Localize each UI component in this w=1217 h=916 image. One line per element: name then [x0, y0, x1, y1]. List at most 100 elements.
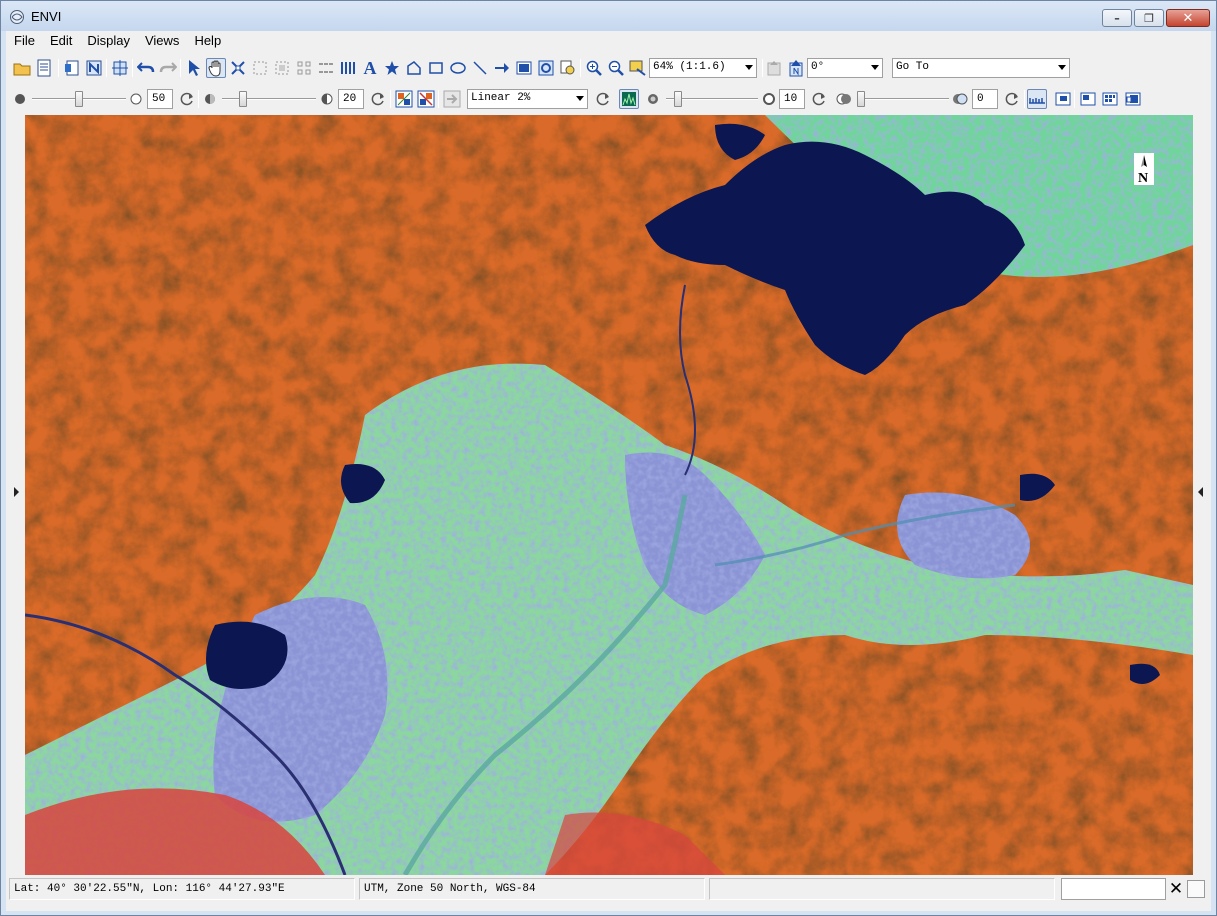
- client-area: File Edit Display Views Help A 64% (1:1.…: [6, 31, 1211, 911]
- right-panel-toggle[interactable]: [1196, 115, 1206, 875]
- stretch-type-value: Linear 2%: [471, 92, 531, 104]
- sharpen-icon: [643, 89, 663, 109]
- status-input[interactable]: [1061, 878, 1166, 900]
- menu-display[interactable]: Display: [79, 31, 137, 51]
- status-projection: UTM, Zone 50 North, WGS-84: [359, 878, 705, 900]
- close-button[interactable]: ✕: [1166, 9, 1210, 27]
- satellite-image: N: [25, 115, 1193, 875]
- minimize-icon: –: [1114, 11, 1120, 25]
- reset-transparency-icon[interactable]: [1002, 89, 1022, 109]
- data-manager-icon[interactable]: [34, 58, 54, 78]
- undo-icon[interactable]: [136, 58, 156, 78]
- arrow-annotation-icon[interactable]: [492, 58, 512, 78]
- open-folder-icon[interactable]: [12, 58, 32, 78]
- transparency-icon: [834, 89, 854, 109]
- pan-hand-icon[interactable]: [206, 58, 226, 78]
- goto-value: Go To: [896, 61, 930, 73]
- enhance-brightness-icon[interactable]: [416, 89, 436, 109]
- resize-grip-icon[interactable]: [1187, 880, 1205, 898]
- distribute-icon[interactable]: [316, 58, 336, 78]
- group-icon[interactable]: [272, 58, 292, 78]
- horizontal-swipe-icon[interactable]: [1027, 89, 1047, 109]
- enhance-contrast-icon[interactable]: [394, 89, 414, 109]
- redo-icon[interactable]: [158, 58, 178, 78]
- satellite-image-view[interactable]: N: [25, 115, 1193, 875]
- view-layout-1-icon[interactable]: [1053, 89, 1073, 109]
- cursor-value-icon[interactable]: [558, 58, 578, 78]
- transparency-slider-thumb[interactable]: [857, 91, 865, 107]
- zoom-level-combo[interactable]: 64% (1:1.6): [649, 58, 757, 78]
- status-coordinates: Lat: 40° 30′22.55″N, Lon: 116° 44′27.93″…: [9, 878, 355, 900]
- toolbox-icon[interactable]: [84, 58, 104, 78]
- rotation-combo[interactable]: 0°: [807, 58, 883, 78]
- sharpen-max-icon: [759, 89, 779, 109]
- transparency-slider-track[interactable]: [857, 98, 949, 100]
- menu-help[interactable]: Help: [186, 31, 228, 51]
- stretch-type-combo[interactable]: Linear 2%: [467, 89, 588, 109]
- transparency-input[interactable]: 0: [972, 89, 998, 109]
- transparency-max-icon: [950, 89, 970, 109]
- sharpen-slider-thumb[interactable]: [674, 91, 682, 107]
- brightness-input[interactable]: 50: [147, 89, 173, 109]
- window-title: ENVI: [31, 9, 62, 24]
- brightness-icon: [10, 89, 30, 109]
- vertex-edit-icon[interactable]: [228, 58, 248, 78]
- reset-sharpen-icon[interactable]: [809, 89, 829, 109]
- cancel-process-icon[interactable]: ✕: [1167, 879, 1185, 899]
- layer-manager-icon[interactable]: [62, 58, 82, 78]
- ellipse-annotation-icon[interactable]: [448, 58, 468, 78]
- crosshair-icon[interactable]: [110, 58, 130, 78]
- reset-brightness-icon[interactable]: [177, 89, 197, 109]
- envi-app-icon: [9, 9, 25, 25]
- histogram-icon[interactable]: [619, 89, 639, 109]
- zoom-in-icon[interactable]: [584, 58, 604, 78]
- contrast-input[interactable]: 20: [338, 89, 364, 109]
- select-arrow-icon[interactable]: [184, 58, 204, 78]
- rotation-value: 0°: [811, 61, 825, 73]
- sharpen-input[interactable]: 10: [779, 89, 805, 109]
- chevron-down-icon: [745, 65, 753, 70]
- title-bar[interactable]: ENVI – ❐ ✕: [1, 1, 1216, 31]
- menu-edit[interactable]: Edit: [42, 31, 79, 51]
- polygon-annotation-icon[interactable]: [404, 58, 424, 78]
- fly-icon[interactable]: [628, 58, 648, 78]
- brightness-max-icon: [126, 89, 146, 109]
- brightness-slider-thumb[interactable]: [75, 91, 83, 107]
- left-panel-toggle[interactable]: [12, 115, 22, 875]
- maximize-button[interactable]: ❐: [1134, 9, 1164, 27]
- view-layout-3-icon[interactable]: [1100, 89, 1120, 109]
- reset-contrast-icon[interactable]: [368, 89, 388, 109]
- rectangle-annotation-icon[interactable]: [426, 58, 446, 78]
- contrast-slider-track[interactable]: [222, 98, 316, 100]
- menu-views[interactable]: Views: [137, 31, 186, 51]
- chevron-down-icon: [576, 96, 584, 101]
- zoom-out-icon[interactable]: [606, 58, 626, 78]
- north-up-icon[interactable]: [786, 58, 806, 78]
- main-toolbar: A 64% (1:1.6) 0° Go To: [6, 53, 1211, 83]
- minimize-button[interactable]: –: [1102, 9, 1132, 27]
- contrast-slider-thumb[interactable]: [239, 91, 247, 107]
- line-annotation-icon[interactable]: [470, 58, 490, 78]
- expand-right-icon: [1198, 487, 1203, 497]
- envi-window: ENVI – ❐ ✕ File Edit Display Views Help: [0, 0, 1217, 916]
- zoom-level-value: 64% (1:1.6): [653, 61, 726, 73]
- portal-icon[interactable]: [536, 58, 556, 78]
- align-icon[interactable]: [294, 58, 314, 78]
- text-annotation-icon[interactable]: A: [360, 58, 380, 78]
- rotate-disabled-icon[interactable]: [764, 58, 784, 78]
- grid-lines-icon[interactable]: [338, 58, 358, 78]
- mosaic-seamline-icon[interactable]: [250, 58, 270, 78]
- image-view-frame: N: [12, 115, 1208, 875]
- menu-file[interactable]: File: [6, 31, 42, 51]
- contrast-icon: [200, 89, 220, 109]
- view-layout-4-icon[interactable]: [1123, 89, 1143, 109]
- picture-annotation-icon[interactable]: [514, 58, 534, 78]
- goto-combo[interactable]: Go To: [892, 58, 1070, 78]
- restore-icon: ❐: [1144, 11, 1154, 25]
- menu-bar: File Edit Display Views Help: [6, 31, 1211, 51]
- reset-stretch-icon[interactable]: [593, 89, 613, 109]
- apply-stretch-icon[interactable]: [442, 89, 462, 109]
- view-layout-2-icon[interactable]: [1078, 89, 1098, 109]
- symbol-annotation-icon[interactable]: [382, 58, 402, 78]
- status-bar: Lat: 40° 30′22.55″N, Lon: 116° 44′27.93″…: [6, 878, 1211, 902]
